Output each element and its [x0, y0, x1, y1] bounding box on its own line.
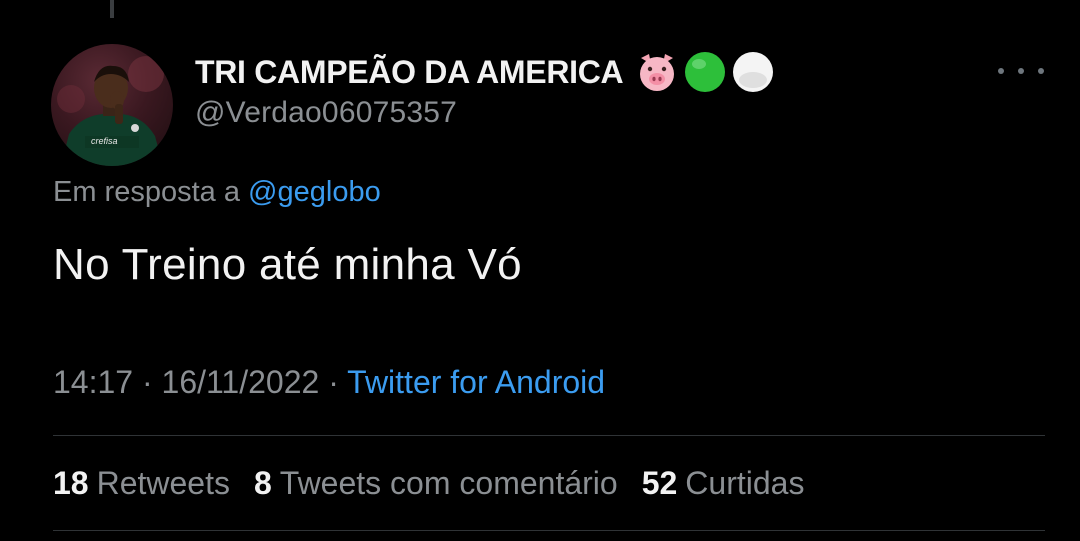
white-circle-icon [733, 52, 774, 92]
more-dot [1018, 68, 1024, 74]
tweet-meta: 14:17 · 16/11/2022 · Twitter for Android [53, 364, 605, 401]
thread-connector-line [110, 0, 114, 18]
quote-tweets-label: Tweets com comentário [279, 465, 618, 501]
pig-face-icon [640, 54, 675, 91]
name-emoji-group [635, 50, 775, 94]
avatar[interactable]: crefisa [51, 44, 173, 166]
green-circle-icon [685, 52, 726, 92]
retweets-stat[interactable]: 18 Retweets [53, 465, 230, 502]
tweet-date[interactable]: 16/11/2022 [162, 364, 320, 400]
tweet-source-link[interactable]: Twitter for Android [347, 364, 605, 400]
likes-stat[interactable]: 52 Curtidas [642, 465, 805, 502]
more-options-icon[interactable] [998, 56, 1044, 86]
tweet-body-text: No Treino até minha Vó [53, 240, 522, 289]
tweet-stats: 18 Retweets 8 Tweets com comentário 52 Curt… [53, 465, 804, 502]
retweets-label: Retweets [96, 465, 230, 501]
likes-label: Curtidas [685, 465, 805, 501]
reply-prefix: Em resposta a [53, 176, 240, 208]
meta-separator: · [319, 364, 348, 400]
more-dot [1038, 68, 1044, 74]
retweets-count: 18 [53, 465, 89, 501]
author-display-name[interactable]: TRI CAMPEÃO DA AMERICA [195, 54, 624, 91]
quote-tweets-count: 8 [253, 465, 272, 501]
avatar-shirt-text: crefisa [91, 136, 118, 146]
more-dot [998, 68, 1004, 74]
tweet-header: TRI CAMPEÃO DA AMERICA @Verdao06075357 [195, 52, 775, 130]
author-handle[interactable]: @Verdao06075357 [195, 96, 775, 130]
stats-divider-top [53, 435, 1045, 436]
likes-count: 52 [641, 465, 678, 501]
reply-context: Em resposta a @geglobo [53, 176, 381, 209]
stats-divider-bottom [53, 530, 1045, 531]
meta-separator: · [133, 364, 162, 400]
tweet-time[interactable]: 14:17 [53, 364, 133, 400]
quote-tweets-stat[interactable]: 8 Tweets com comentário [254, 465, 618, 502]
avatar-photo: crefisa [57, 56, 164, 166]
reply-mention-link[interactable]: @geglobo [248, 176, 381, 208]
